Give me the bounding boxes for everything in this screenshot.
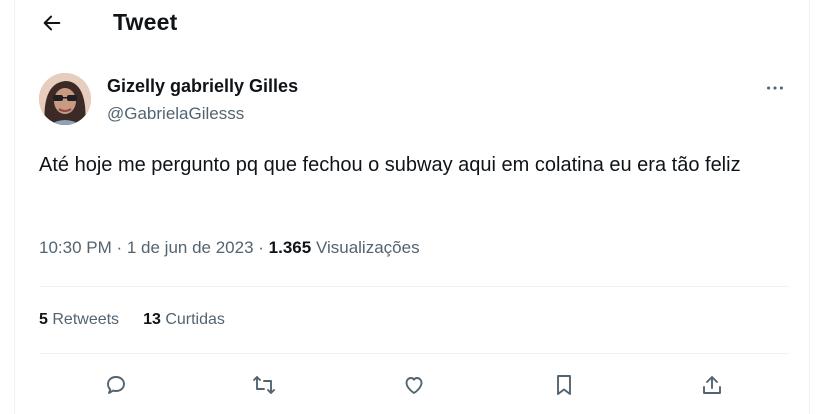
more-button[interactable] xyxy=(761,74,789,102)
tweet-meta: 10:30 PM · 1 de jun de 2023 · 1.365 Visu… xyxy=(39,238,420,257)
arrow-left-icon xyxy=(43,15,61,31)
bookmark-icon xyxy=(557,375,571,395)
retweet-icon xyxy=(253,376,275,394)
page-title: Tweet xyxy=(113,9,178,35)
author-name[interactable]: Gizelly gabrielly Gilles xyxy=(107,76,298,97)
action-bar xyxy=(15,366,809,406)
like-button[interactable] xyxy=(395,366,433,404)
back-button[interactable] xyxy=(39,10,65,36)
divider xyxy=(39,353,789,354)
header: Tweet xyxy=(15,0,809,46)
retweets-stat[interactable]: 5 Retweets xyxy=(39,311,119,328)
avatar-image xyxy=(39,73,91,125)
divider xyxy=(39,286,789,287)
avatar[interactable] xyxy=(39,73,91,125)
tweet-time[interactable]: 10:30 PM xyxy=(39,238,112,257)
retweets-label: Retweets xyxy=(52,311,120,328)
likes-stat[interactable]: 13 Curtidas xyxy=(143,311,225,328)
like-icon xyxy=(405,377,423,394)
views-label: Visualizações xyxy=(315,238,420,257)
more-horizontal-icon xyxy=(767,86,783,90)
views-count: 1.365 xyxy=(268,238,312,257)
share-button[interactable] xyxy=(693,366,731,404)
reply-icon xyxy=(107,376,125,394)
tweet-date[interactable]: 1 de jun de 2023 xyxy=(127,238,254,257)
likes-count: 13 xyxy=(143,311,161,328)
tweet-text: Até hoje me pergunto pq que fechou o sub… xyxy=(39,154,741,176)
retweets-count: 5 xyxy=(39,311,48,328)
likes-label: Curtidas xyxy=(165,311,225,328)
reply-button[interactable] xyxy=(97,366,135,404)
share-icon xyxy=(703,376,721,394)
author-handle[interactable]: @GabrielaGilesss xyxy=(107,104,244,124)
bookmark-button[interactable] xyxy=(545,366,583,404)
engagement-stats: 5 Retweets 13 Curtidas xyxy=(39,311,225,329)
tweet-detail-panel: Tweet Gizelly gabrielly Gilles @Gabriela… xyxy=(14,0,810,414)
retweet-button[interactable] xyxy=(245,366,283,404)
